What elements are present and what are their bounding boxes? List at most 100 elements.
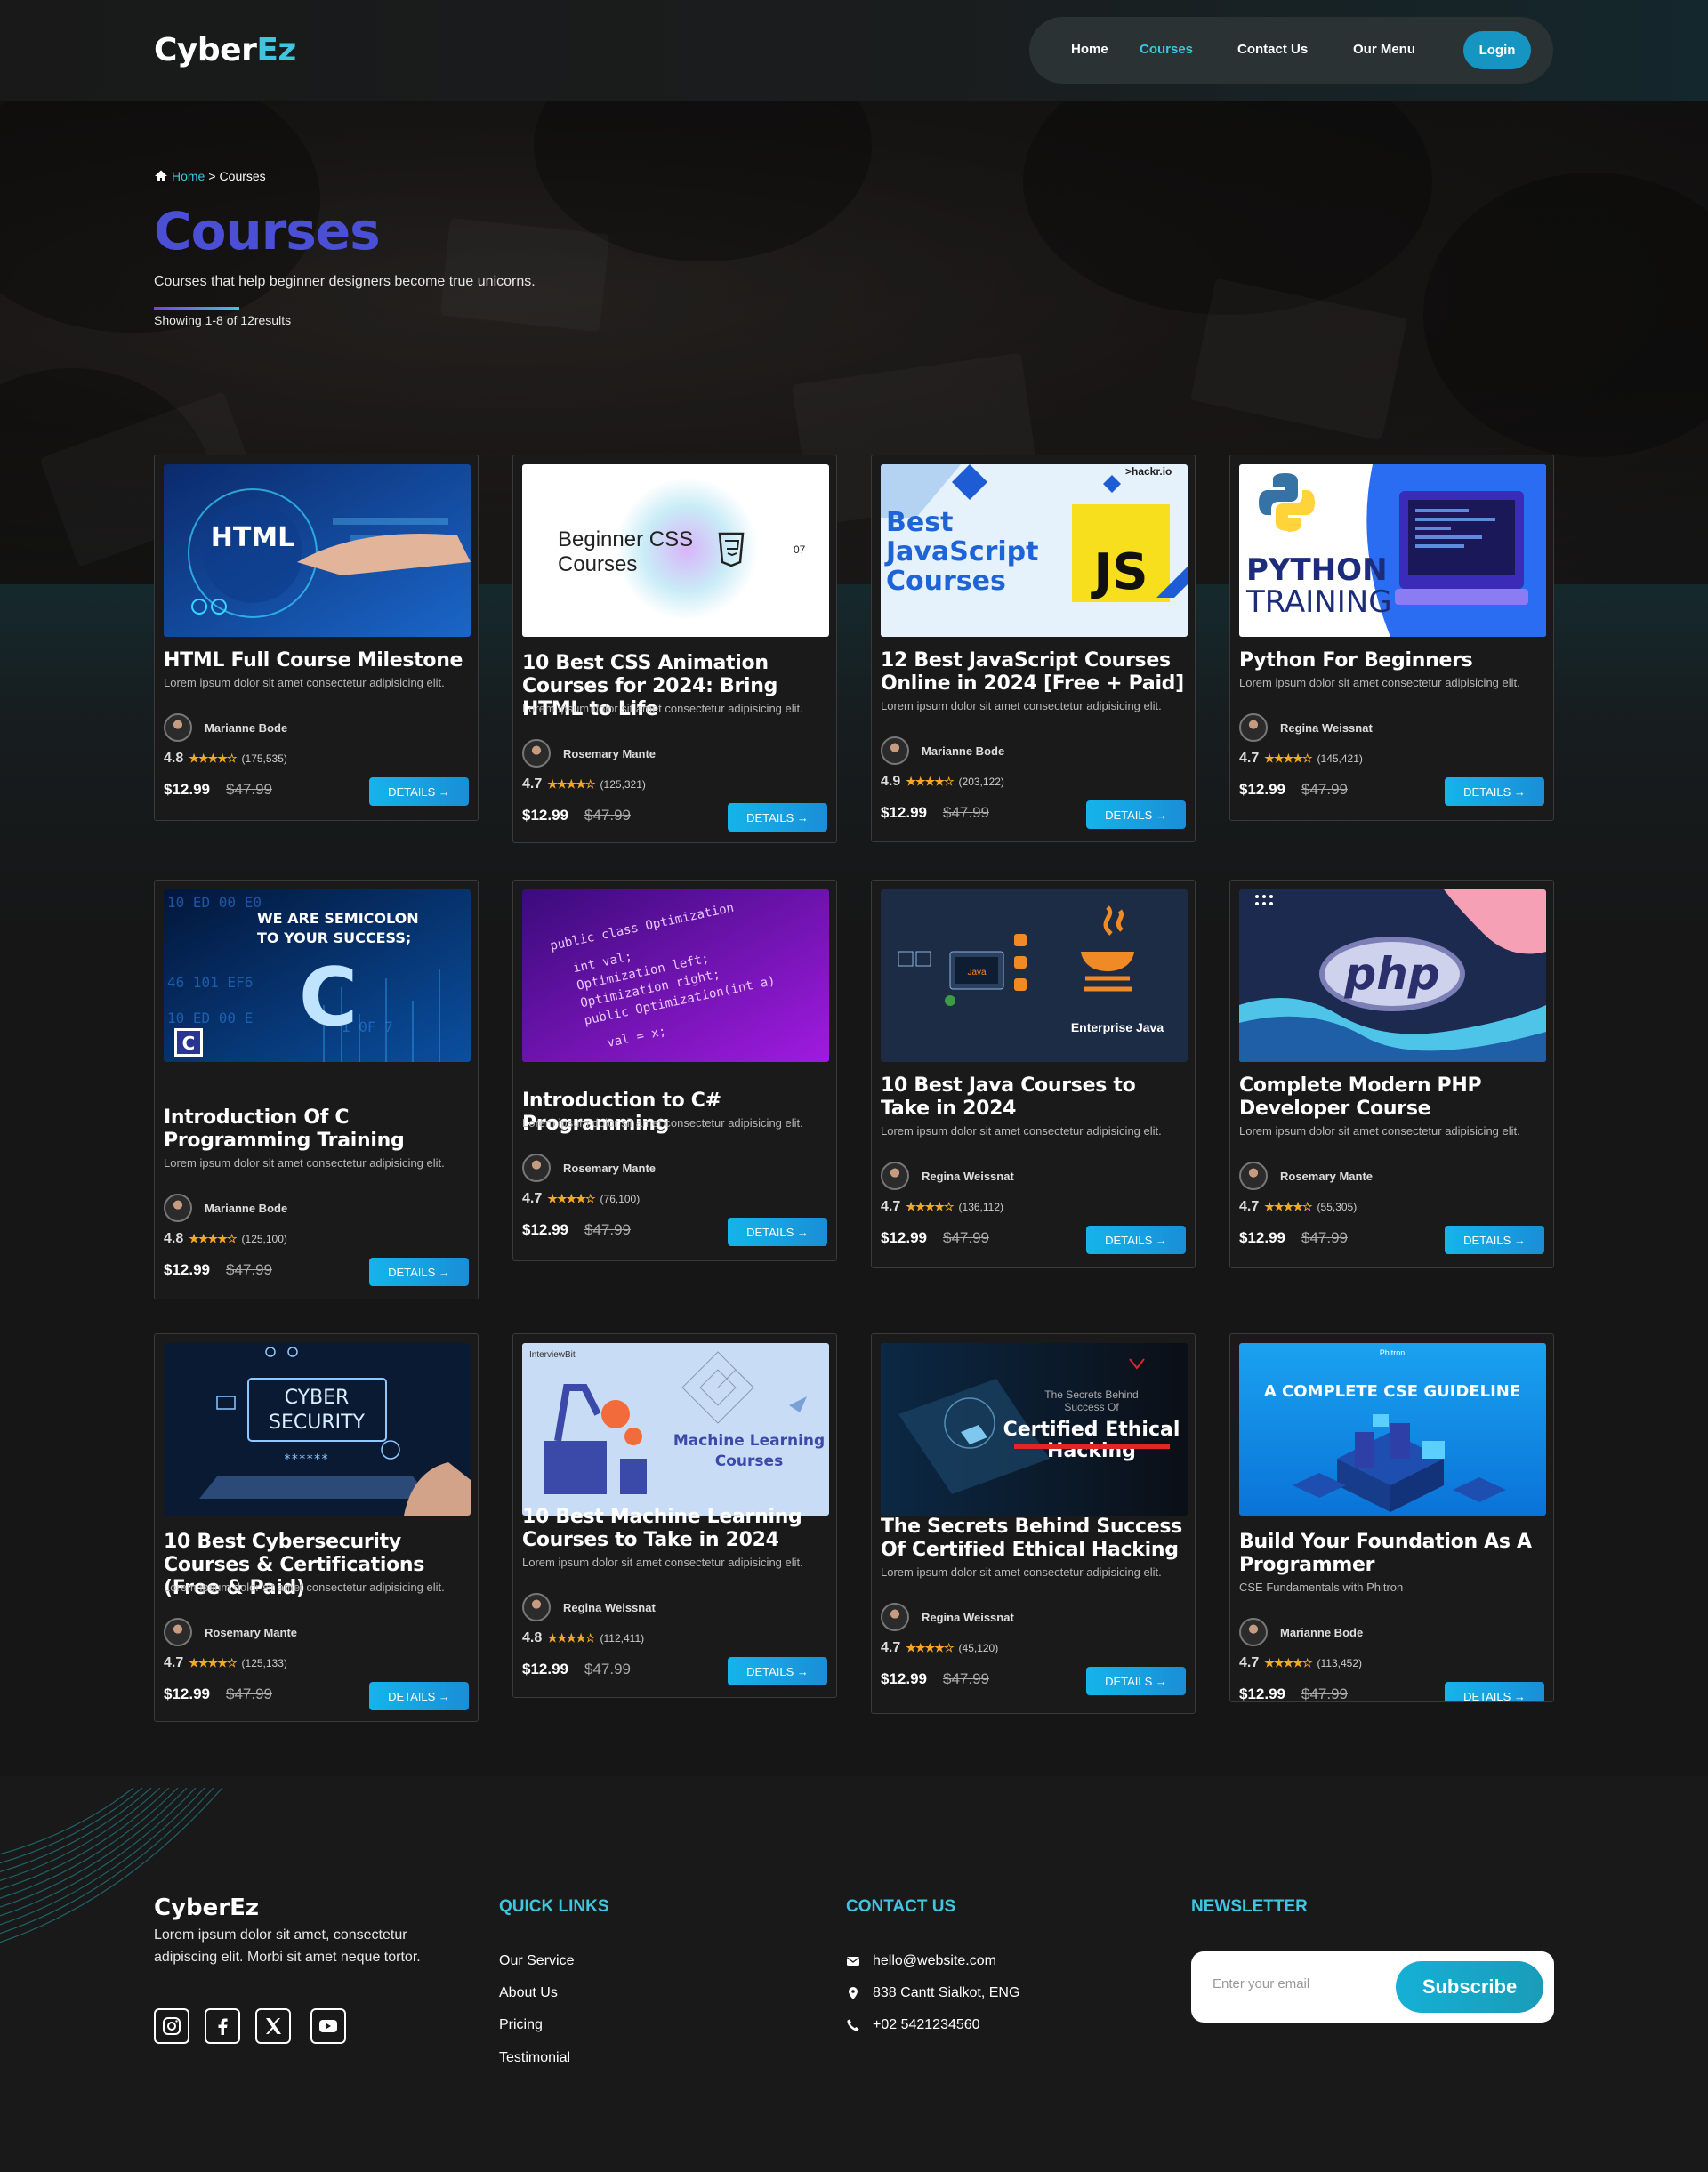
nav-contact-us[interactable]: Contact Us: [1237, 42, 1308, 57]
svg-text:C: C: [182, 1033, 196, 1054]
course-price: $12.99 $47.99: [164, 781, 272, 799]
course-title[interactable]: Introduction Of C Programming Training: [164, 1106, 469, 1153]
details-button[interactable]: DETAILS →: [728, 1657, 827, 1685]
author-name: Regina Weissnat: [922, 1169, 1014, 1183]
course-card[interactable]: php Complete Modern PHP Developer Course…: [1229, 880, 1554, 1268]
x-icon[interactable]: [255, 2008, 291, 2044]
course-price: $12.99 $47.99: [522, 807, 631, 825]
course-title[interactable]: Complete Modern PHP Developer Course: [1239, 1074, 1544, 1121]
rating-count: (76,100): [600, 1193, 640, 1205]
course-card[interactable]: 10 ED 00 E0 46 101 EF6 10 ED 00 E1 0F 7 WE…: [154, 880, 479, 1299]
site-logo[interactable]: CyberEz: [154, 32, 296, 68]
svg-text:Phitron: Phitron: [1380, 1348, 1406, 1357]
course-thumbnail[interactable]: Phitron A COMPLETE CSE GUIDELINE: [1239, 1343, 1546, 1516]
course-description: CSE Fundamentals with Phitron: [1239, 1581, 1404, 1594]
course-title[interactable]: 10 Best Java Courses to Take in 2024: [881, 1074, 1186, 1121]
rating-value: 4.7: [164, 1655, 184, 1670]
course-author: Rosemary Mante: [522, 739, 656, 768]
subscribe-button[interactable]: Subscribe: [1396, 1961, 1543, 2013]
svg-text:Certified Ethical: Certified Ethical: [1003, 1419, 1180, 1441]
course-description: Lorem ipsum dolor sit amet consectetur a…: [881, 699, 1162, 712]
course-card[interactable]: PYTHON TRAINING Python For Beginners Lor…: [1229, 455, 1554, 821]
svg-text:SECURITY: SECURITY: [269, 1412, 366, 1434]
course-thumbnail[interactable]: Java Enterprise Java: [881, 889, 1188, 1062]
course-card[interactable]: The Secrets Behind Success Of Certified …: [871, 1333, 1196, 1714]
details-button[interactable]: DETAILS →: [728, 803, 827, 832]
login-button[interactable]: Login: [1463, 31, 1531, 69]
course-card[interactable]: InterviewBit Machine Learning Courses 10…: [512, 1333, 837, 1698]
details-button[interactable]: DETAILS →: [1445, 1682, 1544, 1701]
course-description: Lorem ipsum dolor sit amet consectetur a…: [164, 1581, 445, 1594]
course-price: $12.99 $47.99: [1239, 1685, 1348, 1701]
course-thumbnail[interactable]: Beginner CSS Courses 07: [522, 464, 829, 637]
details-button[interactable]: DETAILS →: [369, 1258, 469, 1286]
course-thumbnail[interactable]: php: [1239, 889, 1546, 1062]
course-title[interactable]: 10 Best Machine Learning Courses to Take…: [522, 1506, 827, 1552]
course-title[interactable]: The Secrets Behind Success Of Certified …: [881, 1516, 1186, 1562]
course-description: Lorem ipsum dolor sit amet consectetur a…: [1239, 1124, 1520, 1138]
contact-phone-text: +02 5421234560: [873, 2017, 980, 2032]
course-thumbnail[interactable]: public class Optimization int val; Optimiz…: [522, 889, 829, 1062]
footer-link-testimonial[interactable]: Testimonial: [499, 2050, 570, 2066]
svg-text:Machine Learning: Machine Learning: [673, 1432, 825, 1450]
course-card[interactable]: CYBER SECURITY ****** 10 Best Cybersecur…: [154, 1333, 479, 1722]
course-title[interactable]: HTML Full Course Milestone: [164, 649, 469, 672]
details-button[interactable]: DETAILS →: [1086, 1226, 1186, 1254]
course-title[interactable]: 12 Best JavaScript Courses Online in 202…: [881, 649, 1186, 696]
course-title[interactable]: Build Your Foundation As A Programmer: [1239, 1531, 1544, 1577]
rating-count: (45,120): [958, 1642, 999, 1654]
phone-icon: [847, 2019, 859, 2031]
breadcrumb: Home > Courses: [154, 169, 266, 183]
svg-text:10 ED 00 E: 10 ED 00 E: [167, 1010, 253, 1026]
nav-our-menu[interactable]: Our Menu: [1353, 42, 1415, 57]
contact-email[interactable]: hello@website.com: [846, 1953, 996, 1969]
current-price: $12.99: [522, 807, 568, 824]
svg-text:JavaScript: JavaScript: [884, 536, 1039, 567]
details-button[interactable]: DETAILS →: [369, 777, 469, 806]
details-button[interactable]: DETAILS →: [1086, 800, 1186, 829]
footer-link-about-us[interactable]: About Us: [499, 1985, 558, 2001]
details-button[interactable]: DETAILS →: [1445, 777, 1544, 806]
nav-home[interactable]: Home: [1071, 42, 1108, 57]
svg-text:Success Of: Success Of: [1064, 1401, 1119, 1413]
youtube-icon[interactable]: [310, 2008, 346, 2044]
course-card[interactable]: Java Enterprise Java 10 Best Java Course…: [871, 880, 1196, 1268]
rating-value: 4.7: [1239, 1199, 1260, 1214]
course-thumbnail[interactable]: InterviewBit Machine Learning Courses: [522, 1343, 829, 1516]
course-price: $12.99 $47.99: [881, 1670, 989, 1688]
breadcrumb-home[interactable]: Home: [172, 169, 205, 183]
author-name: Marianne Bode: [1280, 1625, 1364, 1639]
course-card[interactable]: Phitron A COMPLETE CSE GUIDELINE Build Y…: [1229, 1333, 1554, 1702]
course-card[interactable]: public class Optimization int val; Optimiz…: [512, 880, 837, 1261]
course-description: Lorem ipsum dolor sit amet consectetur a…: [1239, 676, 1520, 689]
details-button[interactable]: DETAILS →: [1445, 1226, 1544, 1254]
course-thumbnail[interactable]: JS Best JavaScript Courses >hackr.io: [881, 464, 1188, 637]
svg-text:InterviewBit: InterviewBit: [529, 1350, 576, 1360]
course-card[interactable]: JS Best JavaScript Courses >hackr.io 12 …: [871, 455, 1196, 842]
instagram-icon[interactable]: [154, 2008, 189, 2044]
newsletter-email-input[interactable]: [1213, 1976, 1390, 1991]
course-thumbnail[interactable]: HTML: [164, 464, 471, 637]
course-card[interactable]: Beginner CSS Courses 07 10 Best CSS Anim…: [512, 455, 837, 843]
details-button[interactable]: DETAILS →: [1086, 1667, 1186, 1695]
avatar: [164, 1618, 192, 1646]
course-thumbnail[interactable]: 10 ED 00 E0 46 101 EF6 10 ED 00 E1 0F 7 WE…: [164, 889, 471, 1062]
details-button[interactable]: DETAILS →: [369, 1682, 469, 1710]
rating-value: 4.9: [881, 774, 901, 789]
contact-phone[interactable]: +02 5421234560: [846, 2017, 980, 2033]
course-rating: 4.7 ★★★★☆ (113,452): [1239, 1655, 1362, 1671]
author-name: Marianne Bode: [922, 744, 1005, 758]
nav-courses[interactable]: Courses: [1140, 42, 1193, 57]
details-button[interactable]: DETAILS →: [728, 1218, 827, 1246]
course-thumbnail[interactable]: PYTHON TRAINING: [1239, 464, 1546, 637]
footer-link-pricing[interactable]: Pricing: [499, 2017, 543, 2033]
course-card[interactable]: HTML HTML Full Course Milestone Lorem ip…: [154, 455, 479, 821]
star-rating-icon: ★★★★☆: [547, 1192, 595, 1205]
course-thumbnail[interactable]: CYBER SECURITY ******: [164, 1343, 471, 1516]
facebook-icon[interactable]: [205, 2008, 240, 2044]
course-rating: 4.8 ★★★★☆ (112,411): [522, 1630, 644, 1646]
course-title[interactable]: Python For Beginners: [1239, 649, 1544, 672]
course-thumbnail[interactable]: The Secrets Behind Success Of Certified …: [881, 1343, 1188, 1516]
rating-value: 4.7: [522, 776, 543, 792]
footer-link-our-service[interactable]: Our Service: [499, 1953, 574, 1969]
